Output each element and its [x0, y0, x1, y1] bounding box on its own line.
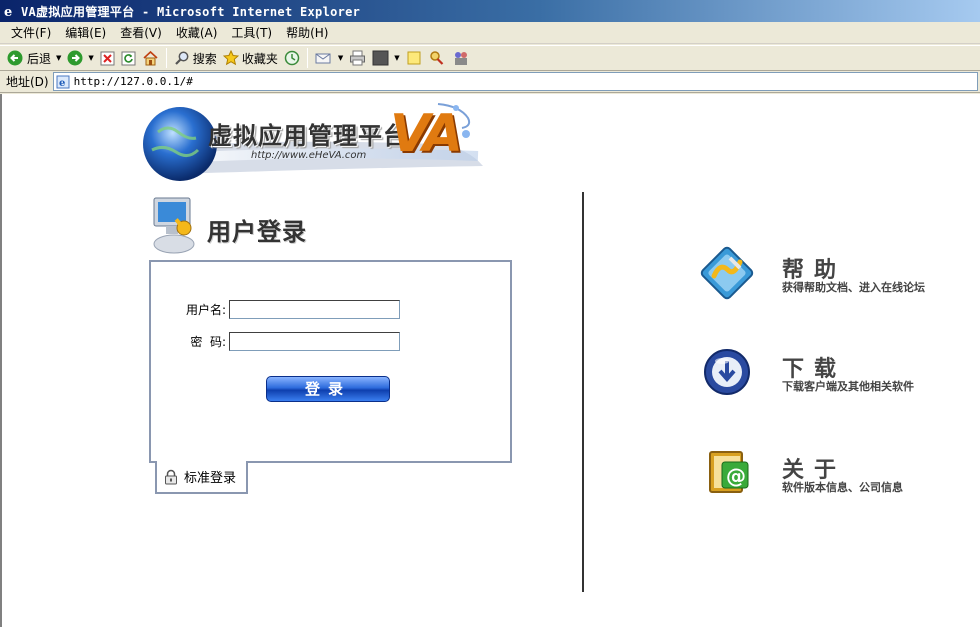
address-url: http://127.0.0.1/# — [73, 75, 193, 88]
menu-edit[interactable]: 编辑(E) — [58, 23, 113, 43]
toolbar-separator — [165, 48, 167, 68]
note-icon — [407, 51, 421, 65]
back-arrow-icon — [7, 50, 23, 66]
standard-login-tab[interactable]: 标准登录 — [155, 461, 248, 494]
search-label: 搜索 — [192, 51, 217, 66]
page-content: 虚拟应用管理平台 VA http://www.eHeVA.com 用户登录 用户… — [0, 94, 980, 627]
browser-window: e VA虚拟应用管理平台 - Microsoft Internet Explor… — [0, 0, 980, 627]
favorites-label: 收藏夹 — [241, 51, 278, 66]
history-icon — [284, 50, 300, 66]
refresh-button[interactable] — [118, 47, 139, 69]
back-label: 后退 — [27, 51, 52, 66]
svg-text:e: e — [4, 5, 12, 18]
menu-bar: 文件(F) 编辑(E) 查看(V) 收藏(A) 工具(T) 帮助(H) — [0, 22, 980, 44]
forward-arrow-icon — [67, 50, 83, 66]
login-title: 用户登录 — [207, 218, 307, 246]
username-label: 用户名: — [185, 303, 226, 317]
login-heading: 用户登录 — [152, 194, 352, 258]
messenger-button[interactable] — [449, 47, 473, 69]
menu-file[interactable]: 文件(F) — [4, 23, 58, 43]
print-icon — [350, 50, 366, 66]
about-link[interactable]: @ 关于 软件版本信息、公司信息 — [700, 446, 960, 502]
username-input[interactable] — [229, 300, 400, 319]
mail-dropdown-icon[interactable]: ▼ — [338, 54, 343, 62]
forward-button[interactable] — [64, 47, 86, 69]
password-label: 密 码: — [190, 335, 226, 349]
menu-favorites[interactable]: 收藏(A) — [169, 23, 225, 43]
lock-icon — [165, 469, 177, 484]
home-icon — [143, 50, 158, 66]
username-row: 用户名: — [166, 300, 400, 319]
computer-key-icon — [153, 197, 195, 254]
refresh-icon — [121, 51, 136, 65]
messenger-icon — [454, 52, 467, 65]
password-row: 密 码: — [166, 332, 400, 351]
edit-button[interactable] — [369, 47, 392, 69]
back-button[interactable]: 后退 — [4, 47, 54, 69]
banner-title: 虚拟应用管理平台 — [208, 122, 408, 150]
va-banner: 虚拟应用管理平台 VA http://www.eHeVA.com — [138, 98, 488, 186]
svg-text:@: @ — [726, 464, 746, 488]
toolbar: 后退 ▼ ▼ 搜索 收藏夹 ▼ ▼ — [0, 45, 980, 71]
edit-page-icon — [372, 50, 389, 66]
svg-text:e: e — [59, 78, 65, 89]
menu-tools[interactable]: 工具(T) — [224, 23, 279, 43]
help-link[interactable]: 帮助 获得帮助文档、进入在线论坛 — [700, 246, 960, 302]
address-input[interactable]: e http://127.0.0.1/# — [52, 72, 978, 91]
edit-dropdown-icon[interactable]: ▼ — [394, 54, 399, 62]
standard-login-label: 标准登录 — [184, 471, 237, 486]
vertical-divider — [582, 192, 584, 592]
forward-dropdown-icon[interactable]: ▼ — [88, 54, 93, 62]
login-button[interactable]: 登录 — [266, 376, 390, 402]
about-icon: @ — [709, 451, 749, 493]
research-button[interactable] — [425, 47, 449, 69]
stop-icon — [100, 51, 115, 65]
banner-logo: VA — [390, 104, 463, 164]
research-icon — [429, 51, 443, 65]
print-button[interactable] — [346, 47, 369, 69]
address-bar: 地址(D) e http://127.0.0.1/# — [0, 71, 980, 93]
about-desc: 软件版本信息、公司信息 — [782, 481, 903, 494]
ie-icon: e — [2, 3, 18, 19]
home-button[interactable] — [139, 47, 162, 69]
page-icon: e — [56, 75, 70, 89]
download-icon — [704, 349, 750, 395]
download-link[interactable]: 下载 下载客户端及其他相关软件 — [700, 345, 960, 401]
help-icon — [700, 246, 754, 300]
back-dropdown-icon[interactable]: ▼ — [56, 54, 61, 62]
password-input[interactable] — [229, 332, 400, 351]
stop-button[interactable] — [97, 47, 118, 69]
toolbar-separator — [306, 48, 308, 68]
window-title: VA虚拟应用管理平台 - Microsoft Internet Explorer — [21, 4, 361, 19]
login-form: 用户名: 密 码: 登录 — [149, 260, 512, 463]
favorites-button[interactable]: 收藏夹 — [220, 47, 281, 69]
menu-view[interactable]: 查看(V) — [113, 23, 169, 43]
search-icon — [175, 51, 189, 65]
menu-help[interactable]: 帮助(H) — [279, 23, 335, 43]
download-desc: 下载客户端及其他相关软件 — [782, 380, 914, 393]
help-desc: 获得帮助文档、进入在线论坛 — [782, 281, 925, 294]
mail-button[interactable] — [312, 47, 336, 69]
mail-icon — [315, 53, 331, 64]
search-button[interactable]: 搜索 — [171, 47, 220, 69]
history-button[interactable] — [281, 47, 303, 69]
banner-url: http://www.eHeVA.com — [251, 150, 367, 161]
star-icon — [222, 50, 239, 66]
discuss-button[interactable] — [403, 47, 425, 69]
title-bar: e VA虚拟应用管理平台 - Microsoft Internet Explor… — [0, 0, 980, 22]
address-label: 地址(D) — [6, 75, 49, 89]
